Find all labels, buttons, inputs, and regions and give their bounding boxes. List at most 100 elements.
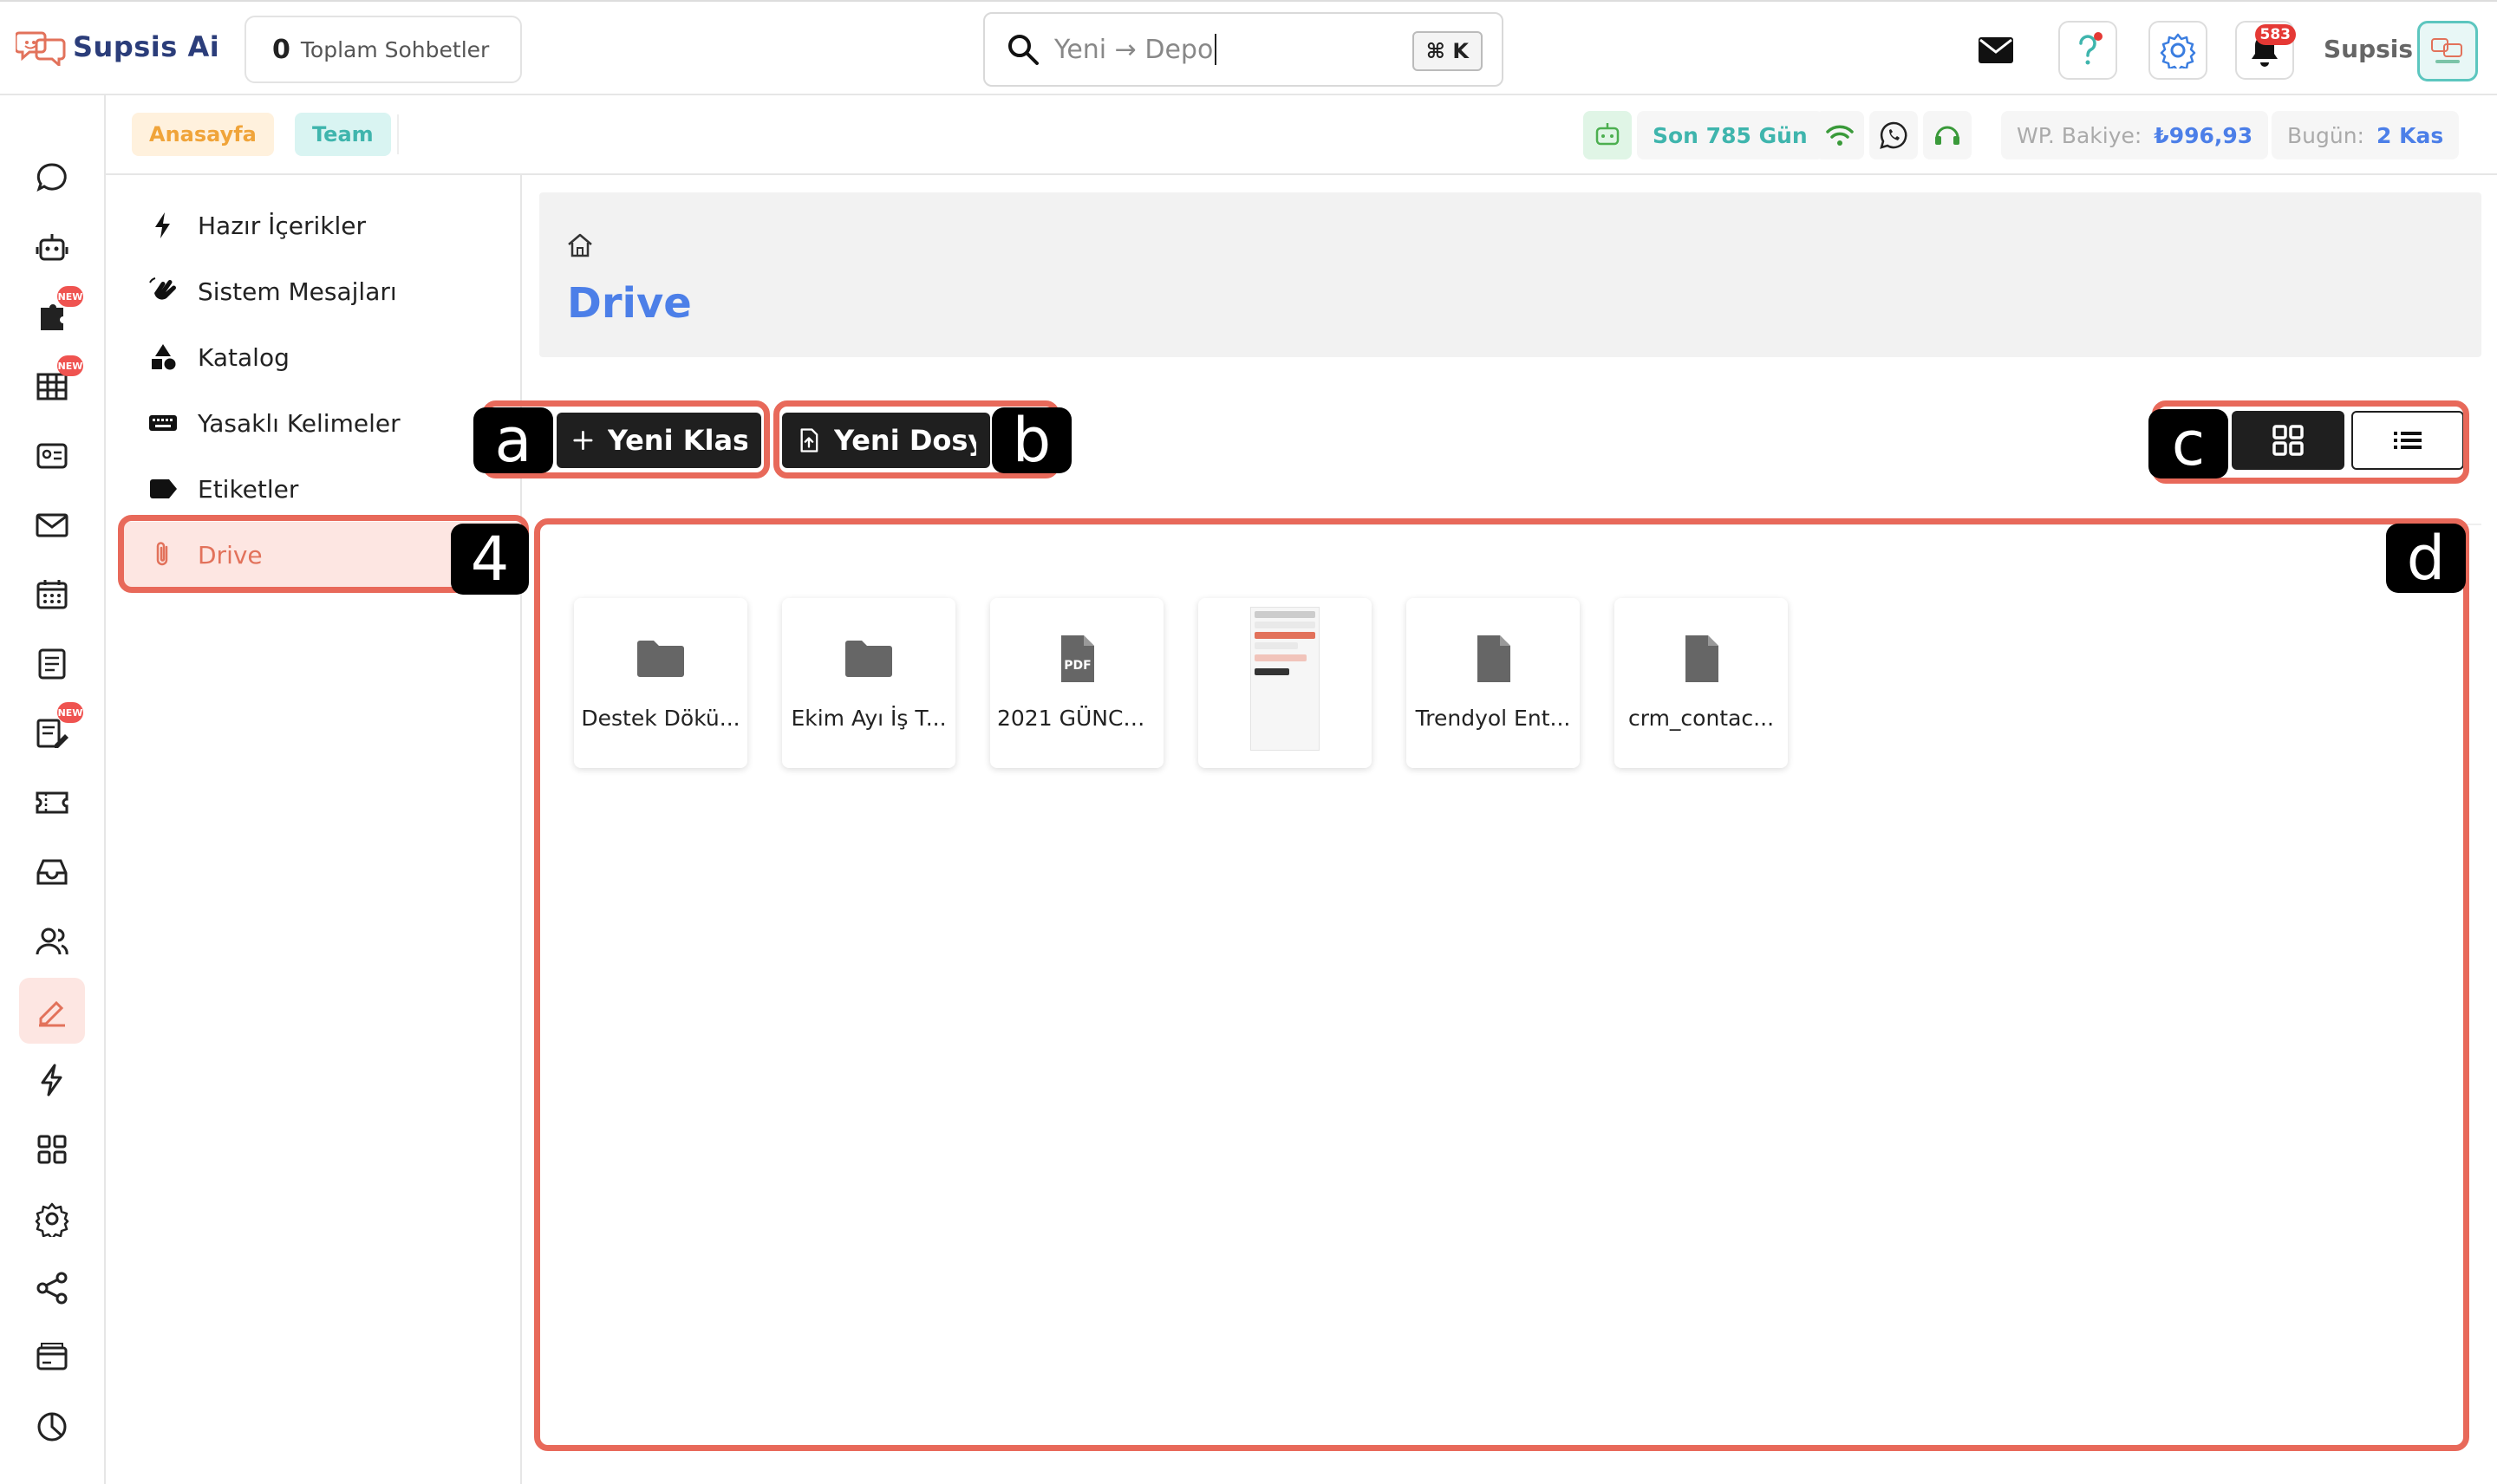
content-menu: Hazır İçerikler Sistem Mesajları Katalog… (106, 175, 529, 1484)
rail-settings[interactable] (19, 1186, 85, 1252)
headset-icon (1935, 126, 1959, 145)
chat-bubble-icon (36, 163, 67, 192)
home-icon[interactable] (565, 231, 595, 260)
rail-table[interactable]: NEW (19, 354, 85, 420)
robot-icon (1595, 123, 1620, 146)
notifications-count-badge: 583 (2254, 24, 2296, 45)
new-badge: NEW (57, 702, 83, 723)
today-label: Bugün: (2287, 122, 2364, 148)
search-shortcut-badge: ⌘ K (1411, 31, 1483, 71)
page-title: Drive (567, 279, 692, 328)
rail-automation[interactable] (19, 1047, 85, 1113)
ticket-icon (36, 791, 68, 814)
annotation-box-file-area (534, 518, 2469, 1451)
annotation-label-b: b (992, 405, 1072, 476)
waving-hand-icon (149, 277, 176, 300)
robot-icon (36, 234, 68, 261)
rail-reports[interactable] (19, 1394, 85, 1460)
new-badge: NEW (57, 286, 83, 307)
question-icon (2079, 32, 2103, 65)
gear-icon (35, 1202, 69, 1237)
app-logo[interactable]: Supsis Ai (16, 28, 219, 66)
keyboard-icon (149, 415, 177, 431)
wp-balance-label: WP. Bakiye: (2017, 122, 2142, 148)
rail-chats[interactable] (19, 146, 85, 212)
share-icon (36, 1272, 68, 1305)
today-chip: Bugün: 2 Kas (2272, 111, 2460, 159)
page-header: Drive (539, 192, 2481, 357)
menu-item-label: Etiketler (198, 474, 299, 504)
lightning-icon (41, 1064, 62, 1097)
rail-bot[interactable] (19, 215, 85, 281)
shapes-icon (152, 344, 176, 370)
menu-item-banned-words[interactable]: Yasaklı Kelimeler (121, 390, 529, 456)
search-icon (1008, 35, 1039, 65)
mail-button[interactable] (1966, 21, 2025, 80)
annotation-label-d: d (2386, 523, 2466, 594)
whatsapp-icon (1880, 121, 1907, 149)
app-name: Supsis Ai (73, 30, 220, 63)
annotation-label-4: 4 (451, 524, 529, 595)
menu-item-label: Hazır İçerikler (198, 211, 367, 240)
menu-item-tags[interactable]: Etiketler (121, 456, 529, 522)
menu-item-label: Katalog (198, 342, 290, 372)
rail-content-active[interactable] (19, 978, 85, 1044)
annotation-label-c: c (2148, 408, 2228, 479)
days-chip: Son 785 Gün (1637, 111, 1823, 159)
menu-item-system-messages[interactable]: Sistem Mesajları (121, 258, 529, 324)
pie-chart-icon (37, 1412, 67, 1442)
mail-icon (1979, 37, 2013, 63)
tab-home[interactable]: Anasayfa (132, 113, 274, 156)
pencil-edit-icon (39, 1000, 65, 1027)
total-chats-count: 0 (272, 34, 290, 65)
global-search-input[interactable]: Yeni → Depo ⌘ K (983, 12, 1503, 87)
new-badge: NEW (57, 355, 83, 376)
menu-item-catalog[interactable]: Katalog (121, 324, 529, 390)
menu-item-label: Yasaklı Kelimeler (198, 408, 401, 438)
tab-team[interactable]: Team (295, 113, 391, 156)
rail-inbox[interactable] (19, 839, 85, 905)
rail-share[interactable] (19, 1255, 85, 1321)
header-divider (397, 114, 399, 154)
bot-status[interactable] (1583, 111, 1632, 159)
gear-icon (2160, 33, 2196, 68)
sub-header: Anasayfa Team Son 785 Gün WP. Bakiye: ₺9… (106, 95, 2497, 175)
tag-icon (150, 479, 177, 498)
avatar-logo-icon (2431, 38, 2462, 63)
notifications-button[interactable]: 583 (2235, 21, 2296, 80)
today-value: 2 Kas (2376, 122, 2444, 148)
rail-integrations[interactable]: NEW (19, 284, 85, 350)
rail-apps[interactable] (19, 1116, 85, 1182)
lightning-icon (155, 212, 170, 238)
rail-calendar[interactable] (19, 562, 85, 628)
settings-button[interactable] (2148, 21, 2207, 80)
wp-balance-value: ₺996,93 (2154, 122, 2253, 148)
annotation-label-a: a (473, 405, 553, 476)
inbox-icon (36, 859, 68, 885)
rail-mail[interactable] (19, 492, 85, 558)
help-button[interactable] (2058, 21, 2117, 80)
total-chats-box[interactable]: 0 Toplam Sohbetler (244, 16, 522, 83)
support-status[interactable] (1923, 111, 1972, 159)
whatsapp-status[interactable] (1869, 111, 1918, 159)
wp-balance-chip: WP. Bakiye: ₺996,93 (2001, 111, 2269, 159)
search-input-value: Yeni → Depo (1054, 34, 1214, 65)
rail-tickets[interactable] (19, 770, 85, 836)
grid-icon (37, 1135, 67, 1164)
chat-bubbles-logo-icon (16, 31, 66, 66)
rail-notes[interactable]: NEW (19, 700, 85, 766)
rail-list[interactable] (19, 631, 85, 697)
avatar[interactable] (2417, 21, 2478, 81)
text-caret (1215, 34, 1217, 65)
rail-contacts[interactable] (19, 423, 85, 489)
envelope-icon (36, 513, 68, 537)
id-card-icon (36, 443, 68, 469)
rail-users[interactable] (19, 908, 85, 974)
total-chats-label: Toplam Sohbetler (300, 36, 490, 62)
rail-payments[interactable] (19, 1325, 85, 1390)
menu-item-label: Sistem Mesajları (198, 277, 397, 306)
icon-rail: NEW NEW NEW (0, 95, 106, 1484)
users-icon (36, 928, 68, 955)
connection-status[interactable] (1816, 111, 1864, 159)
menu-item-ready-content[interactable]: Hazır İçerikler (121, 192, 529, 258)
